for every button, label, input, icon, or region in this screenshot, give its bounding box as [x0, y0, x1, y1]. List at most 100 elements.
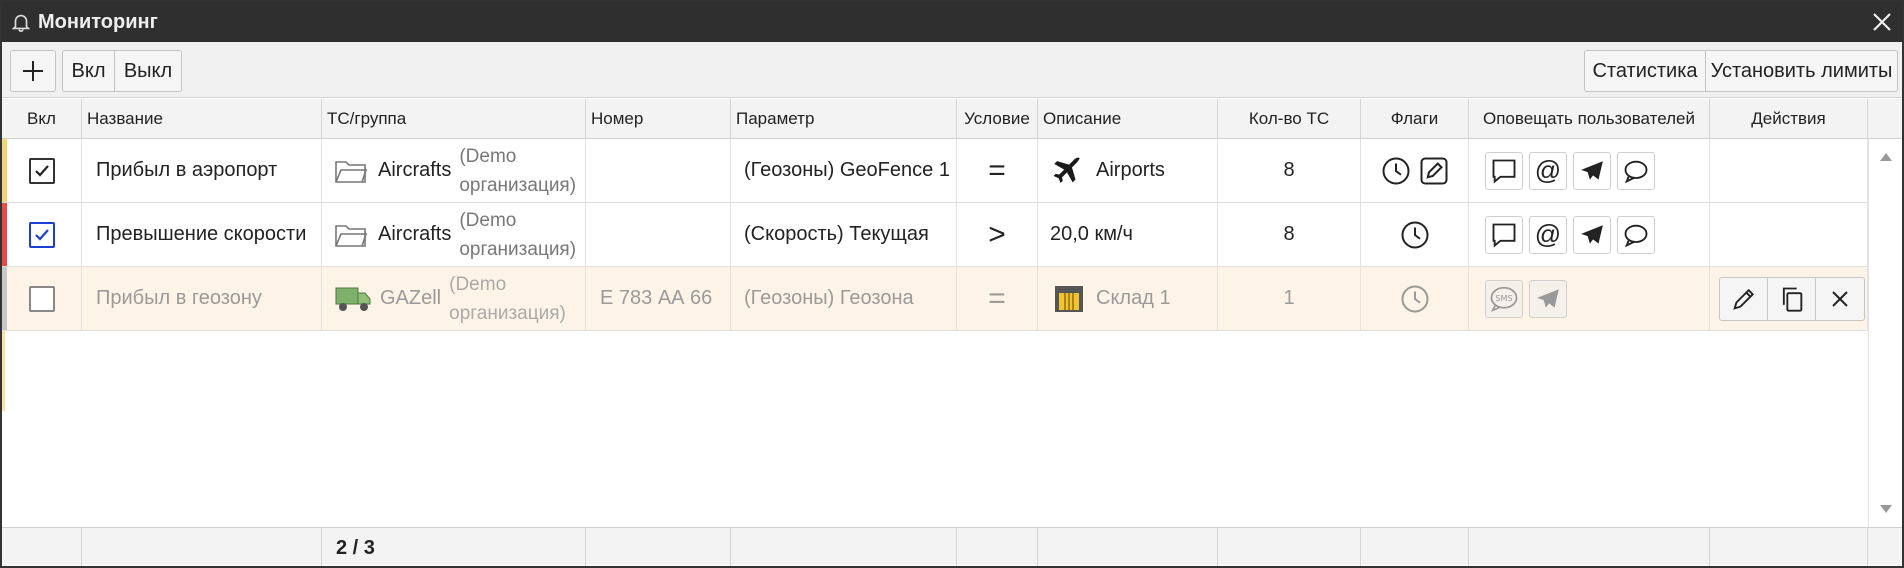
enabled-checkbox[interactable]	[28, 157, 55, 184]
statistics-button[interactable]: Статистика	[1584, 50, 1706, 92]
at-icon: @	[1534, 155, 1562, 185]
row-condition: =	[957, 139, 1038, 202]
row-condition: =	[957, 267, 1038, 330]
grid-footer: 2 / 3	[2, 527, 1902, 566]
vehicle-number	[586, 203, 731, 266]
row-description: 20,0 км/ч	[1038, 203, 1218, 266]
row-name: Превышение скорости	[82, 203, 322, 266]
scroll-up-icon[interactable]	[1879, 151, 1893, 163]
row-action-group	[1719, 277, 1865, 321]
pencil-icon	[1732, 288, 1754, 310]
copy-button[interactable]	[1768, 278, 1816, 320]
telegram-icon	[1537, 288, 1559, 308]
notify-sms[interactable]: SMS	[1485, 279, 1523, 318]
delete-button[interactable]	[1816, 278, 1864, 320]
folder-icon	[335, 224, 368, 247]
notify-sms[interactable]	[1485, 215, 1523, 254]
folder-icon	[335, 160, 368, 183]
clock-icon[interactable]	[1400, 220, 1430, 250]
message-icon	[1492, 159, 1516, 183]
warehouse-icon	[1055, 285, 1083, 312]
row-name: Прибыл в геозону	[82, 267, 322, 330]
col-number[interactable]: Номер	[586, 99, 731, 139]
notify-telegram[interactable]	[1529, 279, 1567, 318]
plus-icon	[23, 61, 43, 81]
edit-note-icon[interactable]	[1419, 156, 1449, 186]
set-limits-button[interactable]: Установить лимиты	[1705, 50, 1898, 92]
enabled-checkbox[interactable]	[28, 221, 55, 248]
notify-chat[interactable]	[1617, 151, 1655, 190]
chat-bubble-icon	[1624, 160, 1648, 183]
org-line: организация)	[449, 302, 566, 324]
close-icon	[1832, 291, 1848, 307]
svg-text:SMS: SMS	[1495, 292, 1512, 302]
message-icon	[1492, 223, 1516, 247]
enabled-checkbox[interactable]	[28, 285, 55, 312]
add-button[interactable]	[10, 50, 56, 92]
check-icon	[34, 164, 49, 177]
table-row[interactable]: Превышение скорости Aircrafts (Demo орган…	[2, 203, 1868, 267]
org-line: (Demo	[449, 273, 507, 295]
org-line: (Demo	[459, 209, 517, 231]
chat-bubble-icon	[1624, 224, 1648, 247]
col-enabled[interactable]: Вкл	[2, 99, 82, 139]
col-notify[interactable]: Оповещать пользователей	[1469, 99, 1710, 139]
notify-email[interactable]: @	[1529, 215, 1567, 254]
org-line: организация)	[459, 174, 577, 196]
row-param: (Геозоны) GeoFence 1	[731, 139, 957, 202]
clock-icon[interactable]	[1400, 284, 1430, 314]
monitoring-window: Мониторинг Вкл Выкл Статистика Установит…	[0, 0, 1904, 568]
bell-icon	[11, 14, 31, 32]
col-vehicle[interactable]: ТС/группа	[322, 99, 586, 139]
row-count: 8	[1218, 139, 1361, 202]
notify-telegram[interactable]	[1573, 151, 1611, 190]
row-param: (Скорость) Текущая	[731, 203, 957, 266]
col-param[interactable]: Параметр	[731, 99, 957, 139]
col-count[interactable]: Кол-во ТС	[1218, 99, 1361, 139]
notify-chat[interactable]	[1617, 215, 1655, 254]
col-flags[interactable]: Флаги	[1361, 99, 1469, 139]
notify-email[interactable]: @	[1529, 151, 1567, 190]
vertical-scrollbar[interactable]	[1868, 139, 1902, 527]
vehicle-name: Aircrafts	[378, 159, 452, 181]
col-actions[interactable]: Действия	[1710, 99, 1868, 139]
notify-telegram[interactable]	[1573, 215, 1611, 254]
truck-icon	[335, 287, 371, 311]
row-condition: >	[957, 203, 1038, 266]
row-actions	[1710, 139, 1868, 202]
disable-button[interactable]: Выкл	[114, 50, 182, 92]
row-actions	[1710, 203, 1868, 266]
at-icon: @	[1534, 219, 1562, 249]
row-description: Airports	[1096, 159, 1165, 181]
record-count: 2 / 3	[336, 537, 375, 559]
left-edge-marker	[2, 331, 5, 411]
row-description: Склад 1	[1096, 287, 1171, 309]
table-row[interactable]: Прибыл в аэропорт Aircrafts (Demo организ…	[2, 139, 1868, 203]
notify-sms[interactable]	[1485, 151, 1523, 190]
vehicle-number: Е 783 АА 66	[586, 267, 731, 330]
col-condition[interactable]: Условие	[957, 99, 1038, 139]
copy-icon	[1782, 287, 1802, 312]
titlebar: Мониторинг	[2, 2, 1902, 42]
col-description[interactable]: Описание	[1038, 99, 1218, 139]
close-icon[interactable]	[1870, 10, 1894, 34]
vehicle-name: GAZell	[380, 287, 442, 309]
telegram-icon	[1581, 160, 1603, 180]
toolbar: Вкл Выкл Статистика Установить лимиты	[2, 42, 1902, 98]
org-line: организация)	[459, 238, 577, 260]
col-name[interactable]: Название	[82, 99, 322, 139]
row-count: 8	[1218, 203, 1361, 266]
clock-icon[interactable]	[1381, 156, 1411, 186]
row-name: Прибыл в аэропорт	[82, 139, 322, 202]
window-title: Мониторинг	[38, 11, 158, 33]
table-row[interactable]: Прибыл в геозону GAZell (Demo организация…	[2, 267, 1868, 331]
enable-button[interactable]: Вкл	[62, 50, 115, 92]
scroll-down-icon[interactable]	[1879, 503, 1893, 515]
telegram-icon	[1581, 224, 1603, 244]
airplane-icon	[1053, 157, 1080, 183]
edit-button[interactable]	[1720, 278, 1768, 320]
grid-header: Вкл Название ТС/группа Номер Параметр Ус…	[2, 99, 1902, 139]
vehicle-name: Aircrafts	[378, 223, 452, 245]
row-param: (Геозоны) Геозона	[731, 267, 957, 330]
org-line: (Demo	[459, 145, 517, 167]
